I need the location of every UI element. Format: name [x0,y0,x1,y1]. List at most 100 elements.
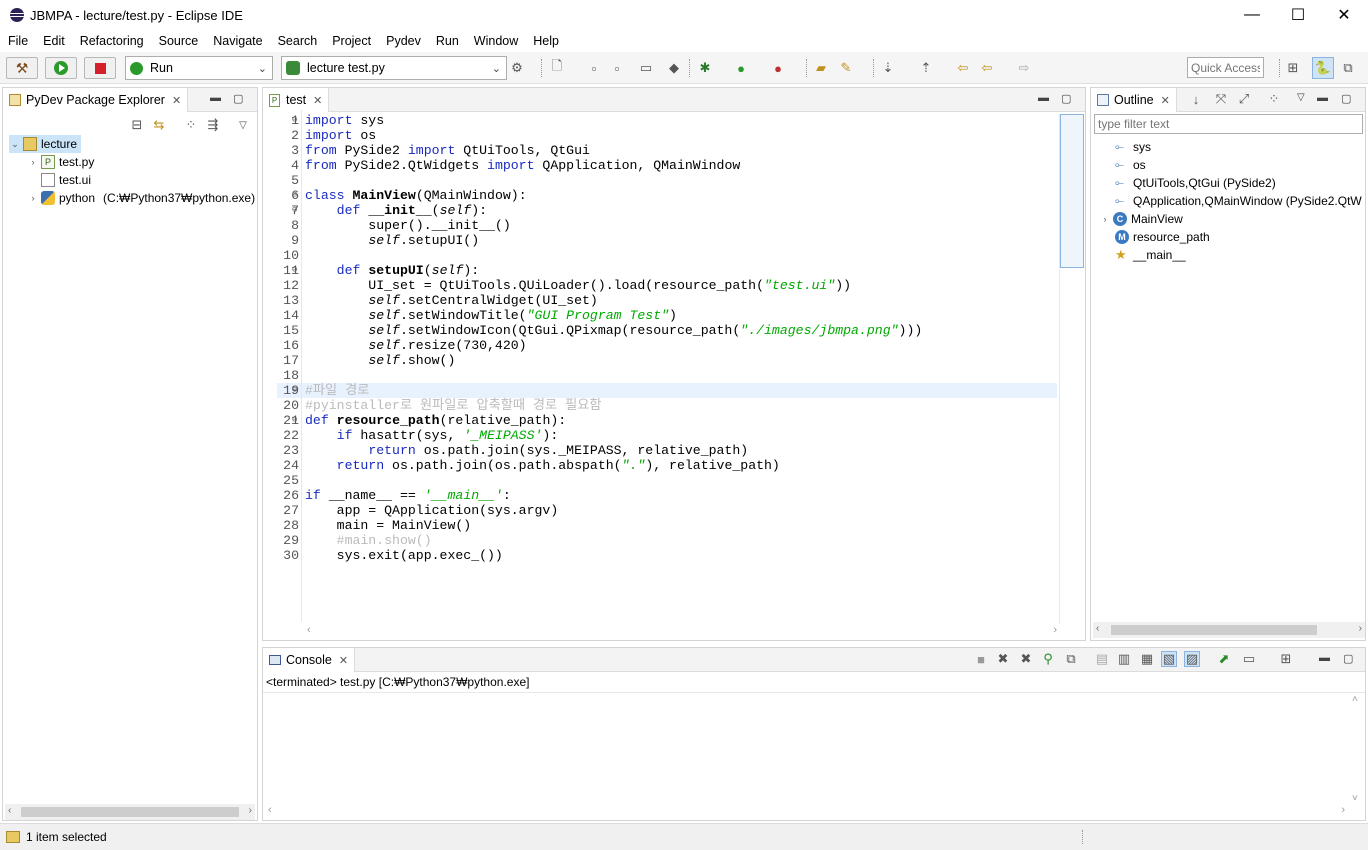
editor-horizontal-scrollbar[interactable]: ‹ › [303,624,1061,640]
outline-item-os[interactable]: ⟜ os [1113,156,1146,174]
outline-item-sys[interactable]: ⟜ sys [1113,138,1151,156]
quick-access-input[interactable] [1187,57,1264,78]
outline-filter-input[interactable] [1094,114,1363,134]
terminate-icon[interactable]: ■ [973,651,989,667]
filter-icon[interactable]: ⁘ [183,117,199,133]
menu-search[interactable]: Search [270,34,325,48]
python-package-icon[interactable]: ◆ [666,60,682,76]
clear-console-icon[interactable]: ▤ [1094,651,1110,667]
prev-annotation-icon[interactable]: ⇡ [918,60,934,76]
sort-icon[interactable]: ↓ [1188,91,1204,107]
back-icon[interactable]: ⇦ [979,60,995,76]
run-config-select[interactable]: Run ⌄ [125,56,273,80]
editor-vertical-scrollbar[interactable] [1059,114,1084,624]
remove-launch-icon[interactable]: ✖ [995,651,1011,667]
save-icon[interactable]: ▫ [586,60,602,76]
tab-outline[interactable]: Outline ✕ [1091,88,1177,112]
outline-item-main[interactable]: ★ __main__ [1113,246,1186,264]
outline-item-qapplication[interactable]: ⟜ QApplication,QMainWindow (PySide2.QtW [1113,192,1362,210]
next-annotation-icon[interactable]: ⇣ [880,60,896,76]
show-on-error-icon[interactable]: ▨ [1184,651,1200,667]
maximize-view-icon[interactable]: ▢ [1341,92,1351,105]
menu-help[interactable]: Help [525,34,566,48]
tab-console[interactable]: Console ✕ [263,648,356,672]
minimize-view-icon[interactable]: ▬ [1317,92,1328,104]
maximize-view-icon[interactable]: ▢ [1343,652,1353,665]
view-menu-icon[interactable]: ▽ [235,117,251,133]
launch-settings-gear-icon[interactable]: ⚙ [509,60,525,76]
scroll-left-icon[interactable]: ‹ [268,804,272,816]
scroll-right-icon[interactable]: › [249,805,252,816]
scroll-lock-icon[interactable]: ▥ [1116,651,1132,667]
display-selected-console-icon[interactable]: ▭ [1241,651,1257,667]
pydev-perspective-icon[interactable]: 🐍 [1312,57,1334,79]
console-horizontal-scrollbar[interactable]: ‹ › [263,804,1349,820]
view-menu-icon[interactable]: ▽ [1297,92,1305,103]
outline-item-qtuitools[interactable]: ⟜ QtUiTools,QtGui (PySide2) [1113,174,1276,192]
close-button[interactable]: ✕ [1321,0,1367,30]
scroll-left-icon[interactable]: ‹ [1096,623,1099,634]
last-edit-icon[interactable]: ⇦ [955,60,971,76]
menu-project[interactable]: Project [324,34,378,48]
scroll-right-icon[interactable]: › [1053,624,1057,636]
save-all-icon[interactable]: ▫ [609,60,625,76]
scrollbar-thumb[interactable] [21,807,239,817]
launch-target-select[interactable]: lecture test.py ⌄ [281,56,507,80]
open-folder-icon[interactable]: ▰ [813,60,829,76]
word-wrap-icon[interactable]: ▦ [1139,651,1155,667]
link-editor-icon[interactable]: ⇆ [151,117,167,133]
fold-marker-icon[interactable]: ⊖ [292,383,302,398]
forward-icon[interactable]: ⇨ [1016,60,1032,76]
scroll-left-icon[interactable]: ‹ [8,805,11,816]
external-tools-icon[interactable]: ● [770,60,786,76]
menu-source[interactable]: Source [151,34,206,48]
fold-marker-icon[interactable]: ⊖ [292,263,302,278]
show-on-output-icon[interactable]: ▧ [1161,651,1177,667]
debug-perspective-icon[interactable]: ⧉ [1340,60,1356,76]
outline-item-resource-path[interactable]: M resource_path [1113,228,1210,246]
build-button[interactable]: ⚒ [6,57,38,79]
filter-icon[interactable]: ⁘ [1266,91,1282,107]
code-editor[interactable]: 1 ⊖ import sys 2 import os 3 from PySide… [277,110,1057,622]
overview-ruler-thumb[interactable] [1060,114,1084,268]
fold-marker-icon[interactable]: ⊖ [292,203,302,218]
close-tab-icon[interactable]: ✕ [172,94,181,107]
fold-marker-icon[interactable]: ⊖ [292,113,302,128]
collapse-all-icon[interactable]: ⊟ [129,117,145,133]
maximize-view-icon[interactable]: ▢ [233,92,243,105]
pydev-console-icon[interactable]: ⚲ [1040,651,1056,667]
collapse-icon[interactable]: ⤧ [1213,91,1229,107]
minimize-view-icon[interactable]: ▬ [1038,92,1049,104]
close-tab-icon[interactable]: ✕ [1161,94,1170,107]
menu-edit[interactable]: Edit [35,34,72,48]
display-console-icon[interactable]: ⧉ [1063,651,1079,667]
console-vertical-scrollbar[interactable]: ˄ ˅ [1349,694,1365,804]
open-perspective-icon[interactable]: ⊞ [1285,60,1301,76]
minimize-view-icon[interactable]: ▬ [210,92,221,104]
debug-icon[interactable]: ✱ [697,60,713,76]
scrollbar-thumb[interactable] [1111,625,1317,635]
menu-window[interactable]: Window [466,34,525,48]
outline-horizontal-scrollbar[interactable]: ‹ › [1093,622,1365,638]
scroll-right-icon[interactable]: › [1341,804,1345,816]
minimize-view-icon[interactable]: ▬ [1319,652,1330,664]
fold-marker-icon[interactable]: ⊖ [292,188,302,203]
tab-test[interactable]: P test ✕ [263,88,330,112]
tree-item-python[interactable]: › python (C:₩Python37₩python.exe) [27,189,255,207]
expand-icon[interactable]: ⤢ [1236,91,1252,107]
terminal-icon[interactable]: ▭ [638,60,654,76]
tree-item-test-ui[interactable]: test.ui [27,171,91,189]
maximize-view-icon[interactable]: ▢ [1061,92,1071,105]
menu-refactoring[interactable]: Refactoring [72,34,151,48]
explorer-horizontal-scrollbar[interactable]: ‹ › [5,804,255,820]
close-tab-icon[interactable]: ✕ [313,94,322,107]
scroll-right-icon[interactable]: › [1359,623,1362,634]
tab-package-explorer[interactable]: PyDev Package Explorer ✕ [3,88,189,112]
stop-button[interactable] [84,57,116,79]
scroll-down-icon[interactable]: ˅ [1352,793,1358,804]
open-console-icon[interactable]: ⊞ [1278,651,1294,667]
menu-navigate[interactable]: Navigate [205,34,269,48]
outline-item-mainview[interactable]: › C MainView [1099,210,1183,228]
tree-item-lecture[interactable]: ⌄ lecture [9,135,82,153]
open-type-icon[interactable]: ✎ [838,60,854,76]
